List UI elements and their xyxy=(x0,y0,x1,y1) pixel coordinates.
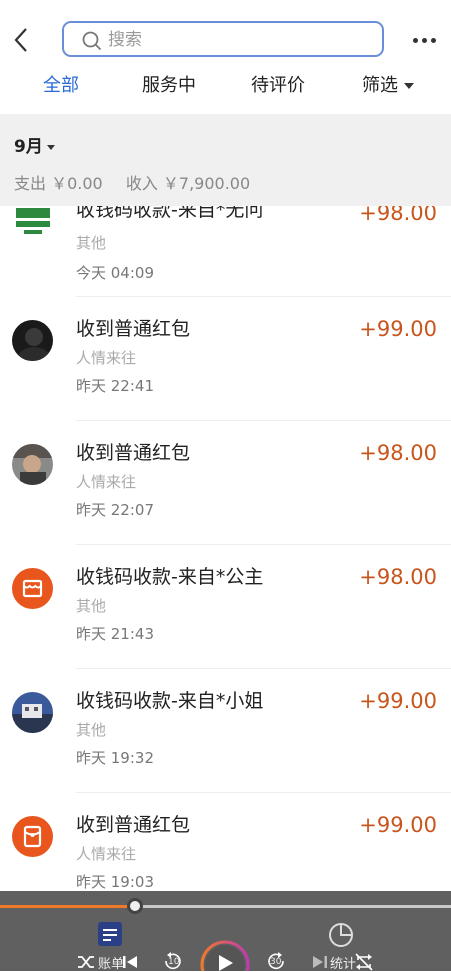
transaction-row[interactable]: 收钱码收款-来自*小姐 其他 昨天 19:32 +99.00 xyxy=(0,668,451,793)
shop-icon xyxy=(12,568,53,609)
back-arrow-icon[interactable] xyxy=(10,25,34,55)
search-placeholder: 搜索 xyxy=(108,30,142,50)
transaction-row[interactable]: 收到普通红包 人情来往 昨天 19:03 +99.00 xyxy=(0,792,451,891)
transaction-category: 人情来往 xyxy=(76,473,137,491)
transaction-row[interactable]: 收到普通红包 人情来往 昨天 22:07 +98.00 xyxy=(0,420,451,545)
stats-tab-label[interactable]: 统计 xyxy=(330,953,356,972)
search-icon xyxy=(82,31,102,51)
transaction-amount: +99.00 xyxy=(359,317,437,341)
expense-total: 支出 ￥0.00 xyxy=(14,174,103,193)
transaction-row[interactable]: 收钱码收款-来自*公主 其他 昨天 21:43 +98.00 xyxy=(0,544,451,669)
red-envelope-icon xyxy=(12,816,53,857)
month-totals: 支出 ￥0.00 收入 ￥7,900.00 xyxy=(14,170,268,194)
transaction-category: 其他 xyxy=(76,597,107,615)
bill-tab-icon[interactable] xyxy=(97,921,123,947)
transaction-category: 其他 xyxy=(76,234,107,252)
transaction-title: 收到普通红包 xyxy=(76,814,191,836)
transaction-category: 人情来往 xyxy=(76,845,137,863)
progress-fill xyxy=(0,905,136,908)
transaction-amount: +98.00 xyxy=(359,565,437,589)
chevron-down-icon xyxy=(46,144,55,150)
month-label: 9月 xyxy=(14,137,43,157)
user-avatar xyxy=(12,444,53,485)
transaction-list: 收钱码收款-来自*无问 其他 今天 04:09 +98.00 收到普通红包 人情… xyxy=(0,206,451,891)
bill-tab-label[interactable]: 账单 xyxy=(98,953,124,972)
month-summary: 9月 支出 ￥0.00 收入 ￥7,900.00 xyxy=(0,114,451,206)
next-track-icon[interactable] xyxy=(312,954,328,970)
transaction-time: 昨天 21:43 xyxy=(76,625,154,643)
transaction-time: 昨天 19:03 xyxy=(76,873,154,891)
merchant-logo-icon xyxy=(14,206,52,244)
tab-in-service[interactable]: 服务中 xyxy=(142,74,196,98)
user-avatar xyxy=(12,692,53,733)
search-input[interactable]: 搜索 xyxy=(62,21,384,57)
transaction-time: 昨天 19:32 xyxy=(76,749,154,767)
income-total: 收入 ￥7,900.00 xyxy=(125,174,251,193)
transaction-row[interactable]: 收钱码收款-来自*无问 其他 今天 04:09 +98.00 xyxy=(0,206,451,297)
top-bar: 搜索 xyxy=(0,0,451,70)
transaction-time: 今天 04:09 xyxy=(76,264,154,282)
transaction-amount: +99.00 xyxy=(359,689,437,713)
stats-pie-icon[interactable] xyxy=(327,921,355,949)
transaction-time: 昨天 22:07 xyxy=(76,501,154,519)
more-options-icon[interactable] xyxy=(413,38,437,44)
skip-forward-label: 30 xyxy=(270,957,282,967)
chevron-down-icon xyxy=(404,83,414,89)
tab-pending-review[interactable]: 待评价 xyxy=(251,74,305,98)
transaction-amount: +99.00 xyxy=(359,813,437,837)
filter-label: 筛选 xyxy=(362,75,398,96)
tab-filter[interactable]: 筛选 xyxy=(362,74,414,98)
media-control-overlay: 账单 10 30 统计 xyxy=(0,891,451,972)
transaction-category: 其他 xyxy=(76,721,107,739)
tab-all[interactable]: 全部 xyxy=(43,74,79,98)
skip-back-label: 10 xyxy=(168,957,180,967)
transaction-amount: +98.00 xyxy=(359,206,437,225)
shuffle-icon[interactable] xyxy=(77,954,95,970)
transaction-row[interactable]: 收到普通红包 人情来往 昨天 22:41 +99.00 xyxy=(0,296,451,421)
transaction-category: 人情来往 xyxy=(76,349,137,367)
play-button[interactable] xyxy=(199,939,251,971)
transaction-time: 昨天 22:41 xyxy=(76,377,154,395)
previous-track-icon[interactable] xyxy=(122,954,138,970)
transaction-title: 收到普通红包 xyxy=(76,318,191,340)
transaction-title: 收钱码收款-来自*无问 xyxy=(76,206,264,221)
transaction-amount: +98.00 xyxy=(359,441,437,465)
progress-thumb[interactable] xyxy=(127,898,144,914)
filter-tabs: 全部 服务中 待评价 筛选 xyxy=(0,70,451,114)
transaction-title: 收钱码收款-来自*小姐 xyxy=(76,690,264,712)
month-selector[interactable]: 9月 xyxy=(14,132,55,157)
transaction-title: 收到普通红包 xyxy=(76,442,191,464)
transaction-title: 收钱码收款-来自*公主 xyxy=(76,566,264,588)
repeat-off-icon[interactable] xyxy=(354,953,374,971)
user-avatar xyxy=(12,320,53,361)
